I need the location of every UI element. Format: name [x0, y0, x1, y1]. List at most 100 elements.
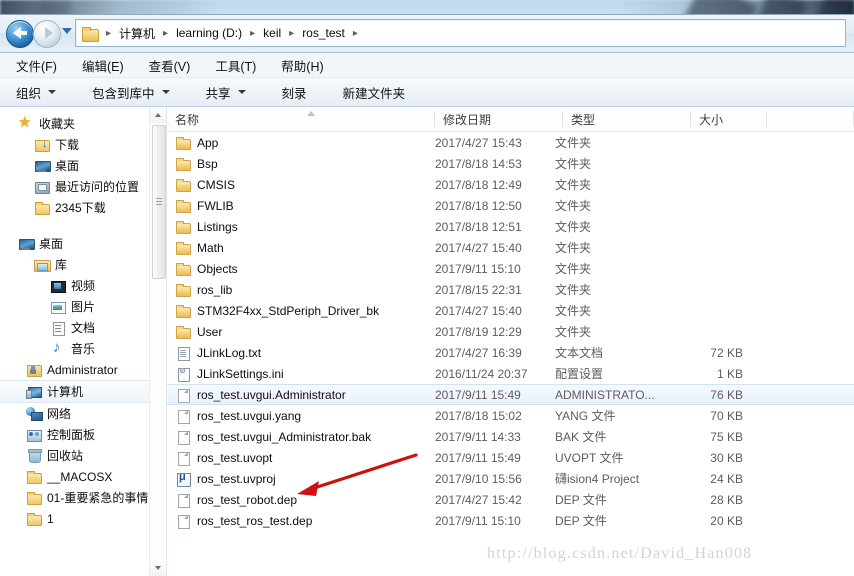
menu-tools[interactable]: 工具(T)	[213, 54, 258, 77]
breadcrumb-separator[interactable]: ▸	[101, 28, 116, 39]
column-header-date-modified[interactable]: 修改日期	[435, 107, 563, 131]
sidebar-item-macosx[interactable]: __MACOSX	[0, 466, 166, 487]
file-row[interactable]: Math 2017/4/27 15:40 文件夹	[167, 237, 854, 258]
file-row[interactable]: ros_lib 2017/8/15 22:31 文件夹	[167, 279, 854, 300]
toolbar-include-in-library[interactable]: 包含到库中	[88, 80, 174, 105]
scroll-up-button[interactable]	[150, 107, 166, 123]
file-row[interactable]: JLinkSettings.ini 2016/11/24 20:37 配置设置 1 K…	[167, 363, 854, 384]
file-date-cell: 2017/4/27 15:40	[435, 240, 522, 255]
file-size-cell: 76 KB	[710, 387, 743, 402]
file-type-cell: BAK 文件	[555, 430, 607, 444]
breadcrumb-separator[interactable]: ▸	[284, 28, 299, 39]
breadcrumb-item-keil[interactable]: keil	[260, 24, 284, 42]
desktop-icon	[18, 236, 35, 252]
breadcrumb-bar[interactable]: ▸ 计算机 ▸ learning (D:) ▸ keil ▸ ros_test …	[75, 19, 846, 47]
file-row[interactable]: ros_test.uvgui_Administrator.bak 2017/9/1…	[167, 426, 854, 447]
user-folder-icon	[26, 362, 42, 378]
sidebar-item-downloads[interactable]: 下载	[0, 134, 166, 155]
sidebar-item-computer[interactable]: 计算机	[0, 380, 166, 403]
breadcrumb-item-ros-test[interactable]: ros_test	[299, 24, 348, 42]
file-row[interactable]: ros_test.uvgui.Administrator 2017/9/11 15…	[167, 384, 854, 405]
file-row[interactable]: JLinkLog.txt 2017/4/27 16:39 文本文档 72 KB	[167, 342, 854, 363]
nav-group-favorites[interactable]: 收藏夹	[0, 113, 166, 134]
file-row[interactable]: STM32F4xx_StdPeriph_Driver_bk 2017/4/27 1…	[167, 300, 854, 321]
folder-icon	[175, 282, 191, 298]
generic-file-icon	[175, 429, 191, 445]
network-icon	[26, 406, 43, 422]
nav-label-recycle-bin: 回收站	[47, 449, 84, 463]
breadcrumb-separator[interactable]: ▸	[348, 28, 363, 39]
breadcrumb-item-computer[interactable]: 计算机	[116, 23, 158, 44]
sidebar-item-recent-places[interactable]: 最近访问的位置	[0, 176, 166, 197]
sidebar-item-recycle-bin[interactable]: 回收站	[0, 445, 166, 466]
file-row[interactable]: App 2017/4/27 15:43 文件夹	[167, 132, 854, 153]
breadcrumb-separator[interactable]: ▸	[245, 28, 260, 39]
file-row[interactable]: Bsp 2017/8/18 14:53 文件夹	[167, 153, 854, 174]
sidebar-item-desktop[interactable]: 桌面	[0, 155, 166, 176]
column-header-type[interactable]: 类型	[563, 107, 691, 131]
file-size-cell: 70 KB	[710, 408, 743, 423]
nav-label-control-panel: 控制面板	[47, 428, 96, 442]
file-row[interactable]: ros_test_robot.dep 2017/4/27 15:42 DEP 文件 2…	[167, 489, 854, 510]
file-name-cell: Bsp	[167, 156, 435, 172]
toolbar-new-folder-label: 新建文件夹	[342, 86, 406, 101]
breadcrumb-item-learning-d[interactable]: learning (D:)	[173, 24, 245, 42]
nav-label-pictures: 图片	[71, 300, 96, 314]
file-row[interactable]: ros_test.uvopt 2017/9/11 15:49 UVOPT 文件 30 …	[167, 447, 854, 468]
navigation-scrollbar[interactable]	[149, 107, 166, 576]
file-type-cell: 文件夹	[555, 241, 592, 255]
scrollbar-thumb[interactable]	[152, 125, 166, 279]
file-type-cell: DEP 文件	[555, 493, 607, 507]
sidebar-item-network[interactable]: 网络	[0, 403, 166, 424]
toolbar-share-with[interactable]: 共享	[202, 80, 250, 105]
menu-edit[interactable]: 编辑(E)	[80, 54, 126, 77]
file-row[interactable]: User 2017/8/19 12:29 文件夹	[167, 321, 854, 342]
column-header-size[interactable]: 大小	[691, 107, 767, 131]
nav-label-01-important: 01-重要紧急的事情	[47, 491, 149, 505]
uvision-project-icon	[175, 471, 191, 487]
file-row[interactable]: ros_test.uvgui.yang 2017/8/18 15:02 YANG 文…	[167, 405, 854, 426]
sidebar-item-01-important[interactable]: 01-重要紧急的事情	[0, 487, 166, 508]
file-type-cell: UVOPT 文件	[555, 451, 624, 465]
scroll-down-button[interactable]	[150, 560, 166, 576]
menu-help[interactable]: 帮助(H)	[279, 54, 325, 77]
sidebar-item-administrator[interactable]: Administrator	[0, 359, 166, 380]
file-type-cell: 文件夹	[555, 262, 592, 276]
file-date-cell: 2017/9/11 14:33	[435, 429, 521, 444]
sidebar-item-music[interactable]: 音乐	[0, 338, 166, 359]
file-row[interactable]: CMSIS 2017/8/18 12:49 文件夹	[167, 174, 854, 195]
file-date-cell: 2017/8/15 22:31	[435, 282, 522, 297]
column-header-name[interactable]: 名称	[167, 107, 435, 131]
sidebar-item-control-panel[interactable]: 控制面板	[0, 424, 166, 445]
sidebar-item-1[interactable]: 1	[0, 508, 166, 529]
menu-view[interactable]: 查看(V)	[147, 54, 193, 77]
sidebar-item-videos[interactable]: 视频	[0, 275, 166, 296]
sidebar-item-pictures[interactable]: 图片	[0, 296, 166, 317]
file-row[interactable]: ros_test_ros_test.dep 2017/9/11 15:10 DEP …	[167, 510, 854, 531]
star-icon	[18, 113, 34, 132]
toolbar-organize[interactable]: 组织	[12, 80, 60, 105]
folder-icon	[175, 240, 191, 256]
forward-button[interactable]	[33, 20, 61, 48]
folder-icon	[175, 135, 191, 151]
file-row[interactable]: Listings 2017/8/18 12:51 文件夹	[167, 216, 854, 237]
nav-group-desktop[interactable]: 桌面	[0, 233, 166, 254]
sidebar-item-libraries[interactable]: 库	[0, 254, 166, 275]
file-row[interactable]: FWLIB 2017/8/18 12:50 文件夹	[167, 195, 854, 216]
sidebar-item-documents[interactable]: 文档	[0, 317, 166, 338]
file-date-cell: 2017/9/11 15:10	[435, 513, 521, 528]
file-name-label: Objects	[197, 261, 238, 276]
file-name-cell: User	[167, 324, 435, 340]
file-row[interactable]: ros_test.uvproj 2017/9/10 15:56 礴ision4 Pr…	[167, 468, 854, 489]
file-name-cell: JLinkSettings.ini	[167, 366, 435, 382]
file-row[interactable]: Objects 2017/9/11 15:10 文件夹	[167, 258, 854, 279]
breadcrumb-separator[interactable]: ▸	[158, 28, 173, 39]
file-name-label: CMSIS	[197, 177, 236, 192]
sidebar-item-2345-downloads[interactable]: 2345下载	[0, 197, 166, 218]
recent-locations-dropdown[interactable]	[62, 28, 72, 34]
nav-label-documents: 文档	[71, 321, 96, 335]
back-button[interactable]	[6, 20, 34, 48]
menu-file[interactable]: 文件(F)	[14, 54, 59, 77]
toolbar-burn[interactable]: 刻录	[278, 80, 311, 105]
toolbar-new-folder[interactable]: 新建文件夹	[339, 80, 410, 105]
